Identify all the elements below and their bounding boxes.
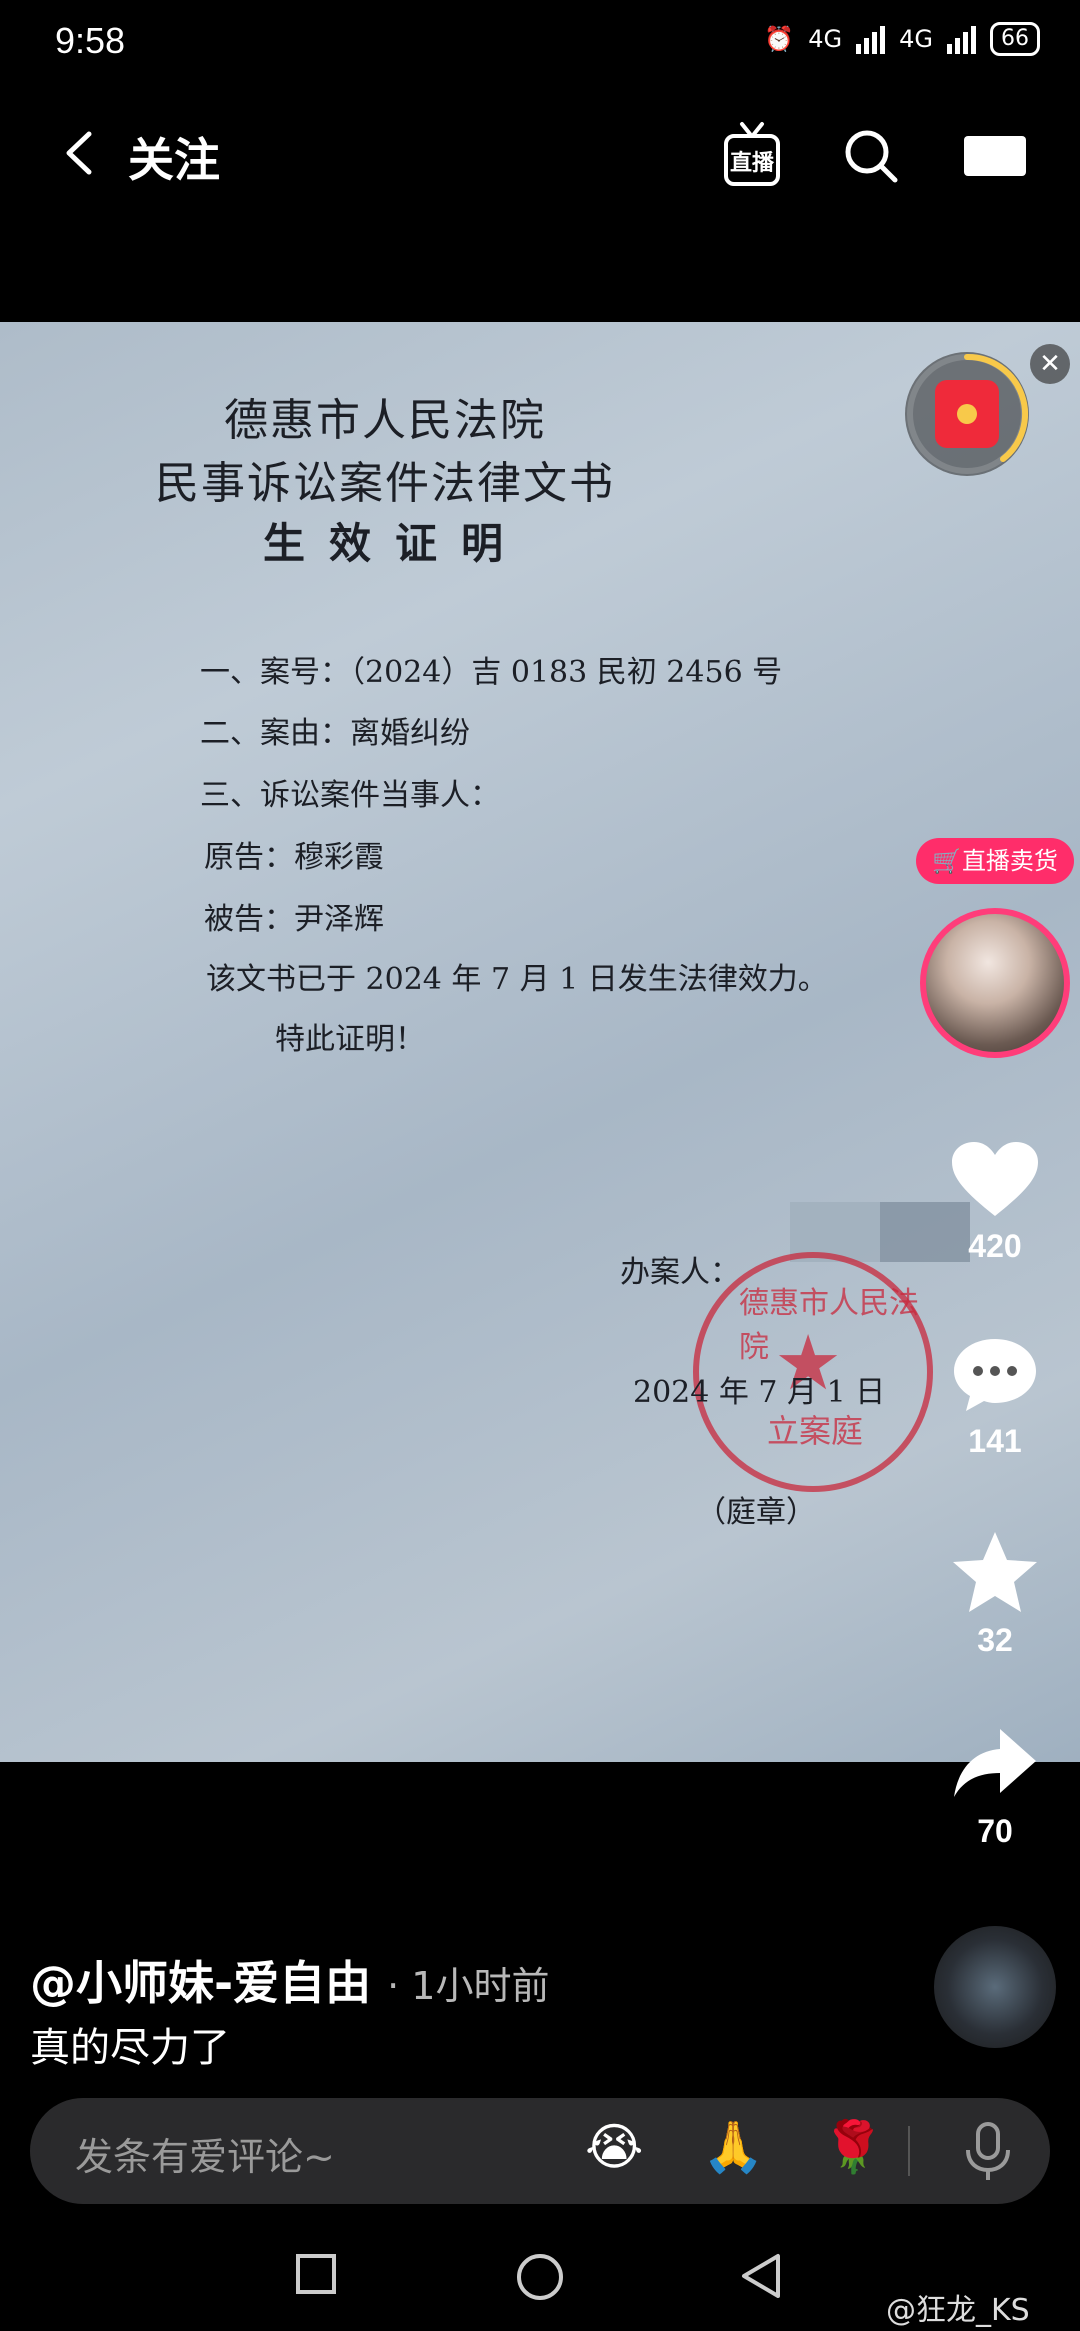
doc-cert-title: 生效证明 (262, 519, 527, 568)
heart-icon (952, 1142, 1038, 1216)
divider (908, 2126, 910, 2176)
watermark: @狂龙_KS (886, 2293, 1030, 2328)
cart-icon: 🛒 (932, 847, 962, 875)
seal-text-bottom: 立案庭 (767, 1412, 864, 1450)
live-broadcast-icon[interactable]: 直播 (722, 120, 782, 190)
doc-parties-header: 三、诉讼案件当事人： (200, 778, 500, 813)
red-envelope-icon (935, 380, 999, 448)
favorite-button[interactable]: 32 (930, 1530, 1060, 1659)
doc-type: 民事诉讼案件法律文书 (155, 458, 615, 509)
page-title: 关注 (128, 133, 220, 187)
author-avatar[interactable] (920, 908, 1070, 1058)
live-selling-tag[interactable]: 🛒直播卖货 (916, 838, 1074, 884)
status-bar: 9:58 ⏰ 4G 4G 66 (0, 0, 1080, 90)
author-name[interactable]: @小师妹-爱自由 (30, 1956, 371, 2010)
star-icon (953, 1532, 1037, 1612)
battery-icon: 66 (990, 22, 1040, 56)
post-time: · 1小时前 (387, 1964, 550, 2008)
live-tag-label: 直播卖货 (961, 847, 1058, 875)
microphone-icon[interactable] (958, 2120, 1018, 2182)
comment-icon (954, 1339, 1036, 1411)
doc-cause: 二、案由：离婚纠纷 (200, 716, 470, 751)
doc-case-number: 一、案号：（2024）吉 0183 民初 2456 号 (200, 655, 783, 690)
doc-effective-statement: 该文书已于 2024 年 7 月 1 日发生法律效力。 (206, 962, 828, 997)
share-count: 70 (977, 1813, 1013, 1849)
video-content[interactable]: 德惠市人民法院 民事诉讼案件法律文书 生效证明 一、案号：（2024）吉 018… (0, 322, 1080, 1762)
signal-icon-2 (947, 24, 976, 54)
network-label-2: 4G (899, 25, 933, 53)
red-packet-widget[interactable] (905, 352, 1029, 476)
svg-text:直播: 直播 (730, 150, 775, 176)
rose-emoji-icon[interactable]: 🌹 (822, 2118, 884, 2177)
share-arrow-icon (954, 1729, 1036, 1797)
close-icon[interactable]: ✕ (1030, 344, 1070, 384)
doc-plaintiff: 原告：穆彩霞 (204, 840, 384, 875)
doc-court-name: 德惠市人民法院 (224, 395, 546, 446)
top-nav: 关注 直播 (0, 110, 1080, 200)
author-line[interactable]: @小师妹-爱自由 · 1小时前 (30, 1947, 549, 2013)
back-arrow-icon[interactable] (55, 128, 105, 178)
comment-input-bar[interactable]: 发条有爱评论~ 😭 🙏 🌹 (30, 2098, 1050, 2204)
like-count: 420 (968, 1228, 1022, 1264)
network-label-1: 4G (808, 25, 843, 53)
comment-input[interactable]: 发条有爱评论~ (75, 2126, 335, 2181)
doc-certify: 特此证明！ (275, 1022, 425, 1057)
doc-seal-note: （庭章） (696, 1495, 816, 1530)
doc-defendant: 被告：尹泽辉 (204, 902, 384, 937)
music-disc[interactable] (934, 1926, 1056, 2048)
crying-emoji-icon[interactable]: 😭 (585, 2118, 643, 2176)
screen-cast-icon[interactable] (962, 132, 1028, 180)
status-time: 9:58 (55, 20, 126, 61)
post-caption: 真的尽力了 (30, 2025, 230, 2071)
recent-apps-icon[interactable] (294, 2252, 338, 2296)
share-button[interactable]: 70 (930, 1725, 1060, 1850)
comment-button[interactable]: 141 (930, 1335, 1060, 1460)
comment-count: 141 (968, 1423, 1022, 1459)
home-icon[interactable] (515, 2252, 565, 2302)
status-icons: ⏰ 4G 4G 66 (764, 22, 1040, 56)
doc-date: 2024 年 7 月 1 日 (633, 1375, 886, 1410)
back-nav-icon[interactable] (740, 2252, 784, 2300)
search-icon[interactable] (843, 128, 899, 184)
court-document: 德惠市人民法院 民事诉讼案件法律文书 生效证明 一、案号：（2024）吉 018… (0, 322, 1080, 1762)
pray-emoji-icon[interactable]: 🙏 (702, 2118, 764, 2177)
doc-handler-label: 办案人： (620, 1255, 740, 1290)
like-button[interactable]: 420 (930, 1140, 1060, 1265)
alarm-icon: ⏰ (764, 25, 795, 53)
favorite-count: 32 (977, 1622, 1013, 1658)
signal-icon (856, 24, 886, 54)
